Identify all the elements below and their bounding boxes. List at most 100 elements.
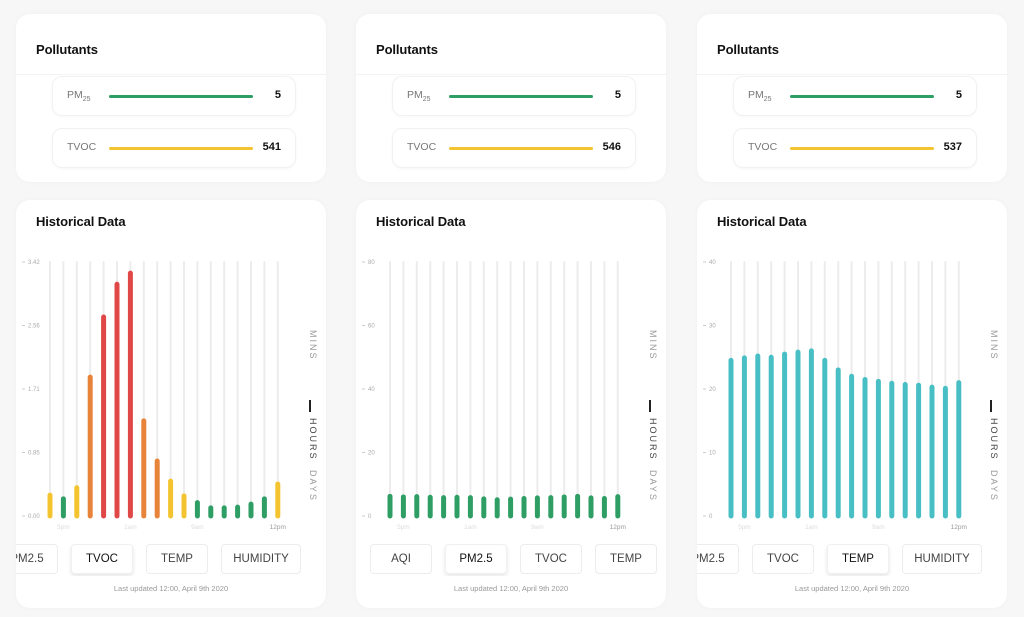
y-tick-label: 60 [368, 324, 375, 330]
y-tick-label: 30 [709, 324, 716, 330]
pollutant-value: 546 [602, 141, 621, 153]
tab-pm25[interactable]: PM2.5 [697, 544, 739, 574]
x-tick-label: 5pm [397, 524, 410, 531]
pollutant-label: PM25 [407, 89, 431, 103]
unit-mins[interactable]: MINS [642, 330, 658, 361]
pollutant-label-text: PM [748, 89, 764, 101]
tab-tvoc[interactable]: TVOC [752, 544, 814, 574]
pollutants-title: Pollutants [36, 42, 98, 57]
bar-chart: 0 10 20 30 40 5pm 1am 9am 12pm [703, 260, 967, 531]
active-unit-indicator [309, 400, 311, 412]
y-tick-label: 80 [368, 260, 375, 266]
y-tick-label: 10 [709, 451, 716, 457]
pollutant-label-text: TVOC [748, 141, 778, 153]
pollutant-value: 5 [614, 89, 621, 101]
pollutants-card: Pollutants PM25 5 TVOC 537 [697, 14, 1007, 182]
tab-tvoc[interactable]: TVOC [520, 544, 582, 574]
pollutant-bar [449, 147, 593, 150]
metric-tabs: PM2.5 TVOC TEMP HUMIDITY [697, 544, 1007, 576]
pollutant-bar [790, 147, 934, 150]
x-tick-label: 5pm [57, 524, 70, 531]
tab-temp[interactable]: TEMP [827, 544, 889, 574]
metric-tabs: AQI PM2.5 TVOC TEMP [356, 544, 666, 576]
y-tick-label: 20 [368, 451, 375, 457]
y-tick-label: 0 [368, 514, 372, 520]
pollutant-label: TVOC [67, 141, 96, 153]
unit-days[interactable]: DAYS [302, 470, 318, 502]
historical-data-card: Historical Data 0 10 20 30 40 5pm 1am 9am 12pm M… [697, 200, 1007, 608]
bar-chart: 0 20 40 60 80 5pm 1am 9am 12pm [362, 260, 626, 531]
time-unit-toggle: MINS HOURS DAYS [302, 330, 318, 510]
x-tick-label: 1am [124, 524, 137, 531]
y-tick-label: 40 [709, 260, 716, 266]
pollutants-card: Pollutants PM25 5 TVOC 546 [356, 14, 666, 182]
pollutant-row-tvoc: TVOC 541 [52, 128, 296, 168]
pollutant-label-sub: 25 [422, 96, 431, 103]
active-unit-indicator [649, 400, 651, 412]
tab-aqi[interactable]: AQI [370, 544, 432, 574]
chart-area: 0.00 0.85 1.71 2.56 3.42 5pm 1am 9am 12pm [16, 200, 326, 540]
y-tick-label: 1.71 [28, 387, 40, 393]
y-tick-label: 2.56 [28, 324, 40, 330]
time-unit-toggle: MINS HOURS DAYS [983, 330, 999, 510]
unit-hours[interactable]: HOURS [983, 418, 999, 461]
tab-tvoc[interactable]: TVOC [71, 544, 133, 574]
x-tick-label: 1am [464, 524, 477, 531]
y-tick-label: 0.00 [28, 514, 40, 520]
pollutants-title: Pollutants [376, 42, 438, 57]
divider [356, 74, 666, 75]
pollutant-label-text: TVOC [407, 141, 437, 153]
tab-pm25[interactable]: PM2.5 [445, 544, 507, 574]
pollutants-title: Pollutants [717, 42, 779, 57]
pollutant-row-pm25: PM25 5 [392, 76, 636, 116]
pollutant-value: 541 [262, 141, 281, 153]
pollutant-bar [109, 147, 253, 150]
pollutant-value: 537 [943, 141, 962, 153]
y-tick-label: 20 [709, 387, 716, 393]
tab-temp[interactable]: TEMP [595, 544, 657, 574]
pollutant-label-sub: 25 [763, 96, 772, 103]
pollutant-bar [790, 95, 934, 98]
pollutant-value: 5 [955, 89, 962, 101]
unit-mins[interactable]: MINS [983, 330, 999, 361]
pollutant-label: TVOC [407, 141, 436, 153]
x-tick-label: 12pm [951, 524, 967, 531]
tab-humidity[interactable]: HUMIDITY [221, 544, 301, 574]
pollutants-card: Pollutants PM25 5 TVOC 541 [16, 14, 326, 182]
x-tick-label: 9am [531, 524, 544, 531]
panel-0: Pollutants PM25 5 TVOC 541 Historical Da… [16, 0, 326, 617]
unit-hours[interactable]: HOURS [642, 418, 658, 461]
unit-days[interactable]: DAYS [983, 470, 999, 502]
bar-chart: 0.00 0.85 1.71 2.56 3.42 5pm 1am 9am 12pm [22, 260, 286, 531]
pollutant-value: 5 [274, 89, 281, 101]
chart-area: 0 10 20 30 40 5pm 1am 9am 12pm [697, 200, 1007, 540]
divider [16, 74, 326, 75]
tab-temp[interactable]: TEMP [146, 544, 208, 574]
x-tick-label: 5pm [738, 524, 751, 531]
tab-pm25[interactable]: PM2.5 [16, 544, 58, 574]
y-tick-label: 0 [709, 514, 713, 520]
pollutant-row-tvoc: TVOC 546 [392, 128, 636, 168]
y-tick-label: 3.42 [28, 260, 40, 266]
time-unit-toggle: MINS HOURS DAYS [642, 330, 658, 510]
pollutant-row-pm25: PM25 5 [733, 76, 977, 116]
historical-data-card: Historical Data 0.00 0.85 1.71 2.56 3.42 5pm 1… [16, 200, 326, 608]
tab-humidity[interactable]: HUMIDITY [902, 544, 982, 574]
pollutant-label-text: TVOC [67, 141, 97, 153]
metric-tabs: PM2.5 TVOC TEMP HUMIDITY [16, 544, 326, 576]
pollutant-row-tvoc: TVOC 537 [733, 128, 977, 168]
pollutant-label-text: PM [67, 89, 83, 101]
divider [697, 74, 1007, 75]
historical-data-card: Historical Data 0 20 40 60 80 5pm 1am 9am 12pm M… [356, 200, 666, 608]
unit-hours[interactable]: HOURS [302, 418, 318, 461]
pollutant-label: TVOC [748, 141, 777, 153]
last-updated: Last updated 12:00, April 9th 2020 [794, 584, 910, 593]
unit-mins[interactable]: MINS [302, 330, 318, 361]
panel-1: Pollutants PM25 5 TVOC 546 Historical Da… [356, 0, 666, 617]
pollutant-label-sub: 25 [82, 96, 91, 103]
pollutant-bar [449, 95, 593, 98]
x-tick-label: 12pm [610, 524, 626, 531]
last-updated: Last updated 12:00, April 9th 2020 [453, 584, 569, 593]
unit-days[interactable]: DAYS [642, 470, 658, 502]
x-tick-label: 9am [872, 524, 885, 531]
